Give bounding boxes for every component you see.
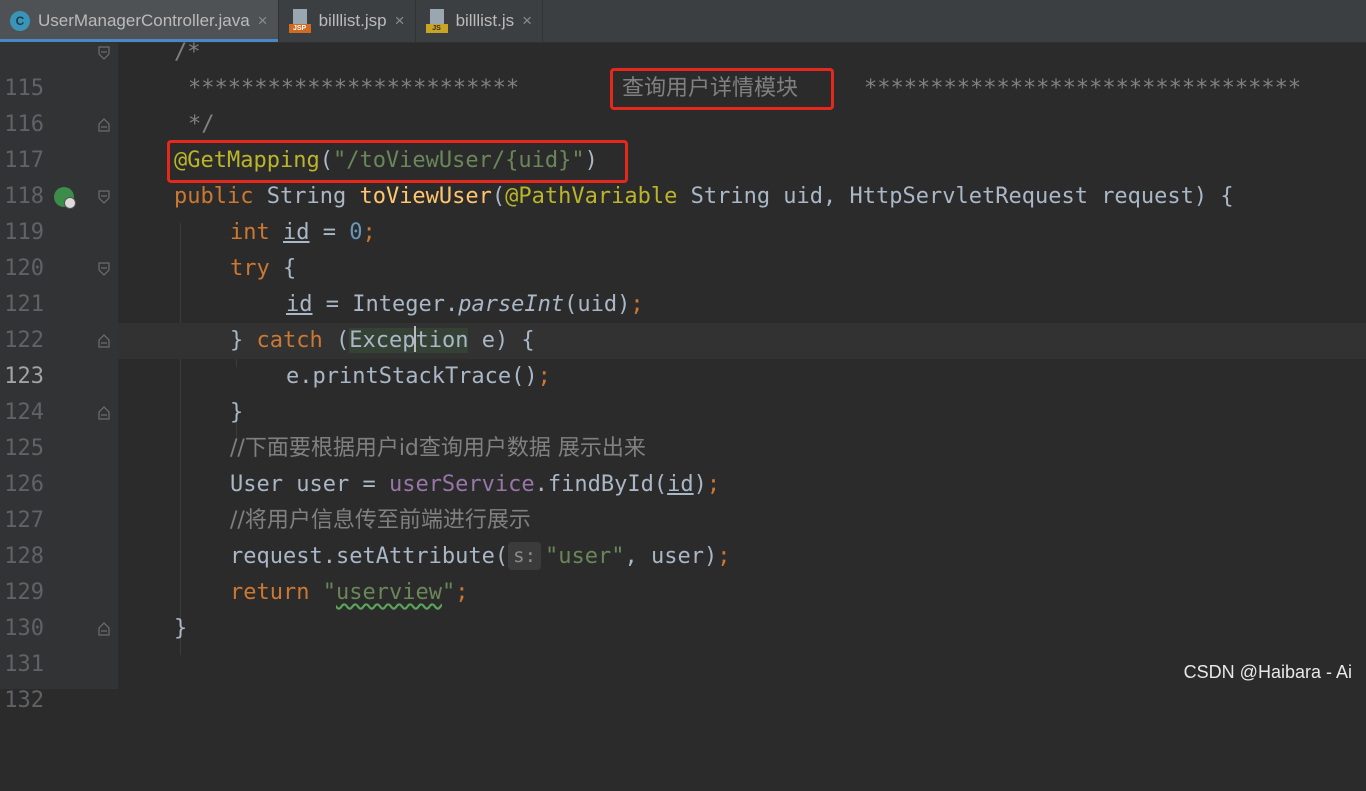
code-statement: e.printStackTrace(); [286, 364, 551, 389]
code-line: 125 } [0, 395, 1366, 461]
code-line: 126 //下面要根据用户id查询用户数据 展示出来 [0, 431, 1366, 497]
comment-stars: ********************************* [864, 76, 1302, 101]
code-line: 131 } [0, 611, 1366, 677]
code-line: 130 return "userview"; [0, 575, 1366, 641]
request-mapping-icon[interactable] [54, 187, 76, 209]
comment-text: //下面要根据用户id查询用户数据 展示出来 [230, 436, 646, 461]
code-line: 119 public String toViewUser(@PathVariab… [0, 179, 1366, 245]
code-line: 117 */ [0, 107, 1366, 173]
code-statement: int id = 0; [230, 220, 376, 245]
code-line: 121 try { [0, 251, 1366, 317]
code-statement: User user = userService.findById(id); [230, 472, 721, 497]
fold-icon[interactable] [98, 190, 110, 204]
parameter-hint: s: [508, 542, 542, 570]
code-line: 122 id = Integer.parseInt(uid); [0, 287, 1366, 353]
code-statement: request.setAttribute(s: "user", user); [230, 542, 731, 570]
code-line: 132 [0, 647, 1366, 713]
close-icon[interactable]: × [258, 11, 268, 31]
watermark: CSDN @Haibara - Ai [1183, 662, 1352, 682]
tab-label: UserManagerController.java [38, 11, 250, 30]
fold-icon[interactable] [98, 622, 110, 636]
jsp-file-icon: JSP [288, 9, 311, 33]
close-icon[interactable]: × [522, 11, 532, 31]
code-statement: try { [230, 256, 297, 281]
code-line: 129 request.setAttribute(s: "user", user)… [0, 539, 1366, 605]
code-editor[interactable]: 115 /* 116 ************************* 查询用… [0, 40, 1366, 713]
line-number: 132 [4, 688, 44, 713]
code-line: 120 int id = 0; [0, 215, 1366, 281]
fold-icon[interactable] [98, 118, 110, 132]
comment-text: /* [174, 40, 201, 65]
fold-icon[interactable] [98, 46, 110, 60]
comment-text: //将用户信息传至前端进行展示 [230, 508, 531, 533]
code-line: 115 /* [0, 35, 1366, 101]
code-statement: } catch (Exception e) { [230, 326, 535, 353]
comment-stars: ************************* [188, 76, 520, 101]
highlight-box-module-title [610, 68, 834, 110]
close-icon[interactable]: × [395, 11, 405, 31]
code-line-current: 123 } catch (Exception e) { [0, 323, 1366, 389]
code-statement: } [174, 616, 188, 641]
code-line: 128 //将用户信息传至前端进行展示 [0, 503, 1366, 569]
exception-identifier: Exception [349, 326, 469, 353]
fold-icon[interactable] [98, 406, 110, 420]
fold-icon[interactable] [98, 262, 110, 276]
comment-text: */ [188, 112, 215, 137]
code-line: 127 User user = userService.findById(id)… [0, 467, 1366, 533]
code-statement: } [230, 400, 244, 425]
tab-label: billlist.js [455, 11, 515, 30]
fold-icon[interactable] [98, 334, 110, 348]
code-line: 124 e.printStackTrace(); [0, 359, 1366, 425]
code-statement: id = Integer.parseInt(uid); [286, 292, 644, 317]
code-statement: return "userview"; [230, 580, 469, 605]
method-signature: public String toViewUser(@PathVariable S… [174, 184, 1234, 209]
tab-label: billlist.jsp [318, 11, 387, 30]
highlight-box-getmapping [167, 140, 628, 183]
js-file-icon: JS [425, 9, 448, 33]
java-class-icon: C [10, 11, 30, 31]
